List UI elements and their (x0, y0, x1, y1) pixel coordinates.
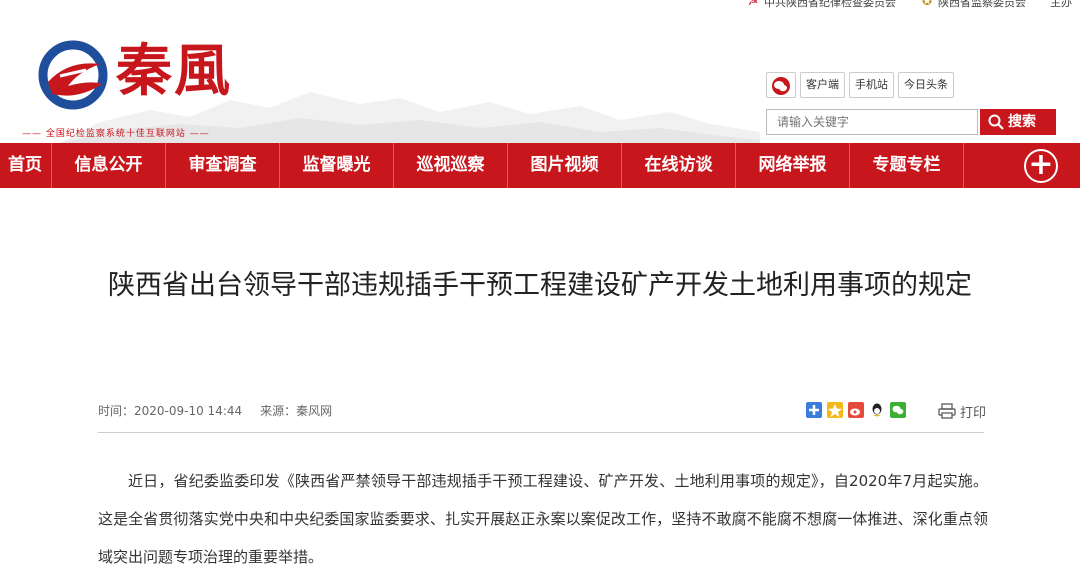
main-nav: 首页 信息公开 审查调查 监督曝光 巡视巡察 图片视频 在线访谈 网络举报 专题… (0, 143, 1080, 188)
print-button[interactable]: 打印 (938, 402, 986, 421)
qq-icon[interactable] (869, 402, 885, 418)
wechat-share-icon[interactable] (890, 402, 906, 418)
article-meta: 时间：2020-09-10 14:44 来源：秦风网 打印 (98, 402, 988, 428)
search-icon (988, 114, 1004, 130)
article-time: 时间：2020-09-10 14:44 (98, 404, 243, 418)
top-link-supervision[interactable]: 陕西省监察委员会 (938, 0, 1026, 10)
nav-investigation[interactable]: 审查调查 (166, 143, 280, 188)
nav-online-report[interactable]: 网络举报 (736, 143, 850, 188)
nav-more: + (964, 143, 1080, 188)
nav-info-disclosure[interactable]: 信息公开 (52, 143, 166, 188)
top-link-host: 主办 (1050, 0, 1072, 9)
site-logo[interactable]: 秦風 (38, 36, 278, 136)
search-input[interactable] (766, 109, 978, 135)
nav-special-topics[interactable]: 专题专栏 (850, 143, 964, 188)
party-emblem-icon: ☭ (747, 0, 759, 8)
search-bar: 搜索 (766, 109, 1056, 135)
nav-photo-video[interactable]: 图片视频 (508, 143, 622, 188)
top-link-discipline[interactable]: 中共陕西省纪律检查委员会 (764, 0, 896, 10)
plus-icon[interactable]: + (1024, 149, 1058, 183)
logo-tagline: —— 全国纪检监察系统十佳互联网站 —— (22, 129, 210, 139)
printer-icon (938, 403, 956, 419)
nav-home[interactable]: 首页 (0, 143, 52, 188)
article-title: 陕西省出台领导干部违规插手干预工程建设矿产开发土地利用事项的规定 (108, 270, 972, 301)
share-more-icon[interactable] (806, 402, 822, 418)
search-button-label: 搜索 (1008, 114, 1036, 130)
logo-mark-icon (38, 40, 108, 110)
qzone-icon[interactable] (827, 402, 843, 418)
search-button[interactable]: 搜索 (980, 109, 1056, 135)
logo-name: 秦風 (116, 38, 232, 104)
meta-divider (98, 432, 984, 433)
nav-online-interview[interactable]: 在线访谈 (622, 143, 736, 188)
client-app-button[interactable]: 客户端 (800, 72, 845, 98)
weibo-icon[interactable] (848, 402, 864, 418)
toutiao-button[interactable]: 今日头条 (898, 72, 954, 98)
mobile-site-button[interactable]: 手机站 (849, 72, 894, 98)
nav-supervision-exposure[interactable]: 监督曝光 (280, 143, 394, 188)
top-links: ☭ 中共陕西省纪律检查委员会 ✪ 陕西省监察委员会 主办 (746, 0, 1072, 10)
article-source: 来源：秦风网 (260, 404, 333, 418)
article-paragraph: 近日，省纪委监委印发《陕西省严禁领导干部违规插手干预工程建设、矿产开发、土地利用… (98, 472, 988, 566)
site-header: 秦風 —— 全国纪检监察系统十佳互联网站 —— 客户端手机站今日头条 搜索 (0, 12, 1080, 143)
top-strip: ☭ 中共陕西省纪律检查委员会 ✪ 陕西省监察委员会 主办 (0, 0, 1080, 12)
header-app-links: 客户端 手机站 今日头条 (766, 72, 954, 98)
nav-inspection[interactable]: 巡视巡察 (394, 143, 508, 188)
print-label: 打印 (959, 406, 986, 421)
share-buttons (806, 402, 911, 418)
wechat-icon[interactable] (766, 72, 796, 98)
national-emblem-icon: ✪ (921, 0, 933, 8)
